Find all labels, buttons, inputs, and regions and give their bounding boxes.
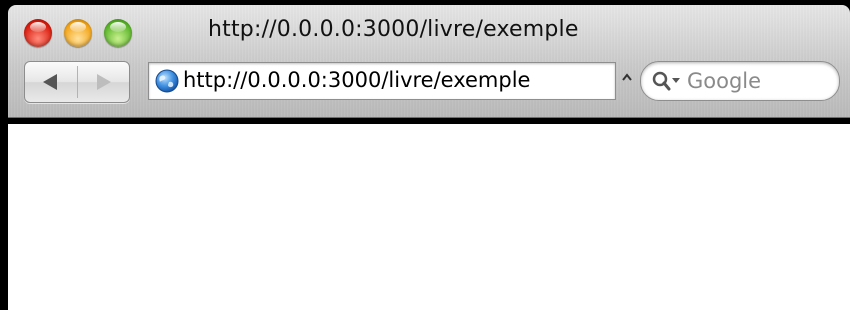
back-arrow-icon [43, 74, 57, 90]
search-box[interactable] [640, 61, 840, 101]
search-input[interactable] [687, 68, 827, 94]
title-bar[interactable]: http://0.0.0.0:3000/livre/exemple [8, 5, 850, 53]
zoom-button[interactable] [104, 19, 132, 47]
browser-window: http://0.0.0.0:3000/livre/exemple http:/… [0, 0, 850, 310]
window-title: http://0.0.0.0:3000/livre/exemple [208, 17, 579, 42]
minimize-button[interactable] [64, 19, 92, 47]
close-button[interactable] [24, 19, 52, 47]
address-dropdown-icon[interactable] [620, 71, 634, 85]
globe-icon [155, 69, 179, 93]
navigation-buttons [24, 61, 130, 103]
forward-arrow-icon [97, 74, 111, 90]
page-content [8, 124, 850, 310]
forward-button[interactable] [77, 62, 129, 102]
address-text[interactable]: http://0.0.0.0:3000/livre/exemple [183, 68, 530, 92]
address-bar[interactable]: http://0.0.0.0:3000/livre/exemple [148, 62, 616, 100]
browser-chrome: http://0.0.0.0:3000/livre/exemple http:/… [8, 5, 850, 118]
back-button[interactable] [25, 62, 77, 102]
search-icon[interactable] [651, 70, 681, 92]
